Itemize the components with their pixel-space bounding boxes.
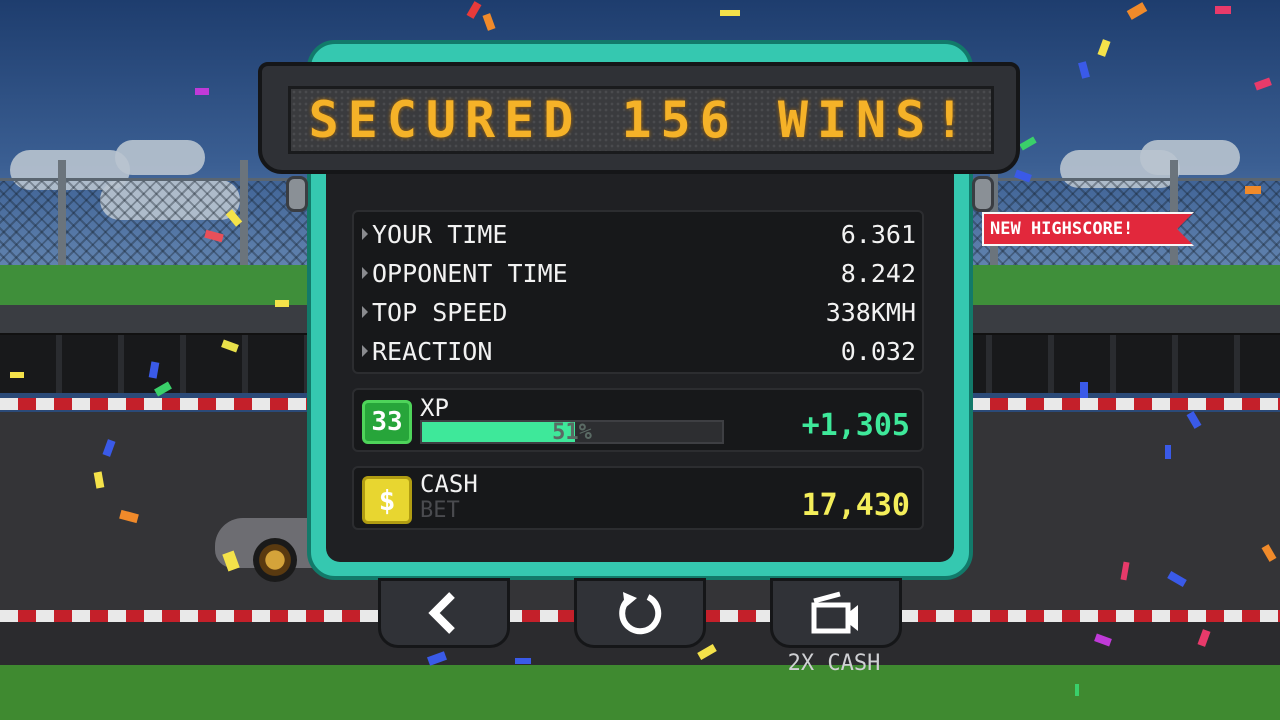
confetti	[275, 300, 289, 307]
stat-value: 0.032	[840, 336, 916, 366]
restart-icon	[619, 592, 662, 635]
xp-progress-text: 51%	[552, 419, 592, 445]
foreground-grass	[0, 665, 1280, 720]
stat-row-top-speed: TOP SPEED 338KMH	[362, 294, 916, 330]
stat-row-opponent-time: OPPONENT TIME 8.242	[362, 255, 916, 291]
stat-value: 6.361	[840, 219, 916, 249]
cash-label: CASH	[420, 470, 478, 498]
arrow-icon	[362, 228, 368, 240]
confetti	[720, 10, 740, 16]
confetti	[515, 658, 531, 664]
double-cash-button[interactable]	[770, 578, 902, 648]
video-ad-icon	[811, 591, 858, 634]
arrow-icon	[362, 345, 368, 357]
stat-row-reaction: REACTION 0.032	[362, 333, 916, 369]
confetti	[195, 88, 209, 95]
cash-section: $ CASH BET 17,430	[352, 466, 924, 530]
back-button[interactable]	[378, 578, 510, 648]
xp-section: 33 XP 51% +1,305	[352, 388, 924, 452]
bet-label: BET	[420, 498, 460, 523]
stat-label: REACTION	[372, 336, 493, 366]
confetti	[1165, 445, 1171, 459]
new-highscore-badge: NEW HIGHSCORE!	[982, 212, 1194, 246]
stat-row-your-time: YOUR TIME 6.361	[362, 216, 916, 252]
cash-value: 17,430	[801, 488, 910, 523]
wins-title: SECURED 156 WINS!	[308, 91, 974, 149]
restart-button[interactable]	[574, 578, 706, 648]
confetti	[1245, 186, 1261, 194]
sign-hinge-left	[286, 176, 308, 212]
stat-label: OPPONENT TIME	[372, 258, 568, 288]
double-cash-caption: 2X CASH	[787, 651, 881, 676]
stat-label: TOP SPEED	[372, 297, 508, 327]
cloud	[1140, 140, 1240, 175]
xp-gain: +1,305	[801, 408, 910, 443]
car-wheel	[253, 538, 297, 582]
confetti	[1080, 382, 1088, 398]
confetti	[10, 372, 24, 378]
race-stats: YOUR TIME 6.361 OPPONENT TIME 8.242 TOP …	[352, 210, 924, 374]
stat-value: 338KMH	[825, 297, 916, 327]
confetti	[1075, 684, 1079, 696]
led-sign-screen: SECURED 156 WINS!	[288, 86, 994, 154]
xp-label: XP	[420, 394, 449, 422]
sign-hinge-right	[972, 176, 994, 212]
confetti	[1215, 6, 1231, 14]
arrow-icon	[362, 267, 368, 279]
level-badge: 33	[362, 400, 412, 444]
stat-value: 8.242	[840, 258, 916, 288]
cloud	[115, 140, 205, 175]
back-arrow-icon	[428, 592, 455, 634]
xp-progress-bar: 51%	[420, 419, 724, 445]
dollar-icon: $	[362, 476, 412, 524]
led-sign: SECURED 156 WINS!	[258, 62, 1020, 174]
arrow-icon	[362, 306, 368, 318]
stat-label: YOUR TIME	[372, 219, 508, 249]
